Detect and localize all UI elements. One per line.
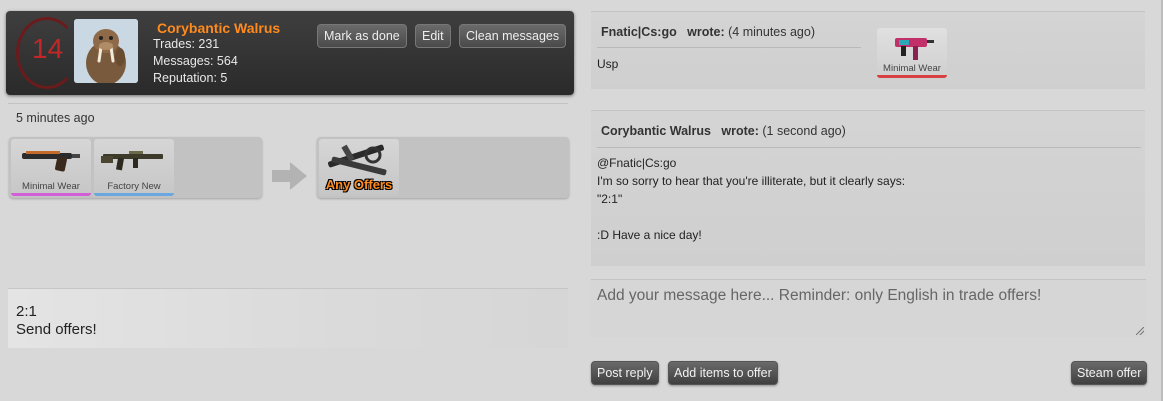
divider [8,103,568,104]
comment-1: Fnatic|Cs:go wrote: (4 minutes ago) Usp … [591,11,1145,89]
rarity-bar [94,193,174,196]
reputation-badge: 14 [32,33,64,64]
comment-line: @Fnatic|Cs:go [597,156,677,170]
trades-count: Trades: 231 [153,37,220,51]
comment-wrote-label: wrote: [721,124,759,138]
comment-author[interactable]: Corybantic Walrus [601,124,711,138]
reputation-count: Reputation: 5 [153,71,228,85]
pistol-icon [22,151,80,172]
messages-count: Messages: 564 [153,54,238,68]
trade-arrow-icon [272,161,308,196]
comment-item-smg[interactable]: Minimal Wear [877,28,947,78]
wanted-items-panel: Any Offers [317,137,569,198]
comment-time: (1 second ago) [762,124,846,138]
comment-line [597,208,905,226]
comment-line: I'm so sorry to hear that you're illiter… [597,174,906,188]
any-offers-label: Any Offers [325,177,393,192]
comment-body: Usp [597,57,619,71]
comment-author[interactable]: Fnatic|Cs:go [601,25,677,39]
edit-button[interactable]: Edit [415,24,451,48]
add-items-to-offer-button[interactable]: Add items to offer [668,361,778,385]
username[interactable]: Corybantic Walrus [157,20,280,36]
comment-divider [597,47,861,48]
resize-handle-icon[interactable] [1136,327,1144,335]
comment-2: Corybantic Walrus wrote: (1 second ago) … [591,110,1145,266]
offered-item-rifle[interactable]: Factory New [94,139,174,196]
rifle-icon [101,151,163,171]
steam-offer-button[interactable]: Steam offer [1071,361,1148,385]
comment-line: :D Have a nice day! [597,228,702,242]
trade-note: 2:1 Send offers! [8,288,568,348]
user-header-card: 14 Corybantic Walrus Trades: 231 Message… [6,11,574,95]
item-wear-label: Factory New [107,181,161,192]
smg-icon [895,38,934,60]
item-wear-label: Minimal Wear [883,63,941,74]
trade-note-line: Send offers! [16,321,97,338]
clean-messages-button[interactable]: Clean messages [459,24,567,48]
post-reply-button[interactable]: Post reply [591,361,659,385]
trade-time-ago: 5 minutes ago [16,111,95,125]
mark-as-done-button[interactable]: Mark as done [317,24,407,48]
trade-note-line: 2:1 [16,303,37,320]
wanted-item-any-offers[interactable]: Any Offers [319,139,399,196]
reply-textarea[interactable]: Add your message here... Reminder: only … [591,279,1146,337]
offered-items-panel: Minimal Wear Factory New [9,137,262,198]
avatar[interactable] [74,19,138,83]
walrus-avatar-icon [74,19,138,83]
comment-header: Fnatic|Cs:go wrote: (4 minutes ago) [601,25,815,39]
comment-divider [597,147,1141,148]
rarity-bar [11,193,91,196]
comment-time: (4 minutes ago) [728,25,815,39]
comment-body: @Fnatic|Cs:go I'm so sorry to hear that … [597,154,905,244]
comment-header: Corybantic Walrus wrote: (1 second ago) [601,124,846,138]
offered-item-pistol[interactable]: Minimal Wear [11,139,91,196]
rarity-bar [877,75,947,78]
comment-wrote-label: wrote: [687,25,725,39]
item-wear-label: Minimal Wear [22,181,80,192]
reply-placeholder: Add your message here... Reminder: only … [597,287,1042,304]
comment-line: "2:1" [597,192,623,206]
